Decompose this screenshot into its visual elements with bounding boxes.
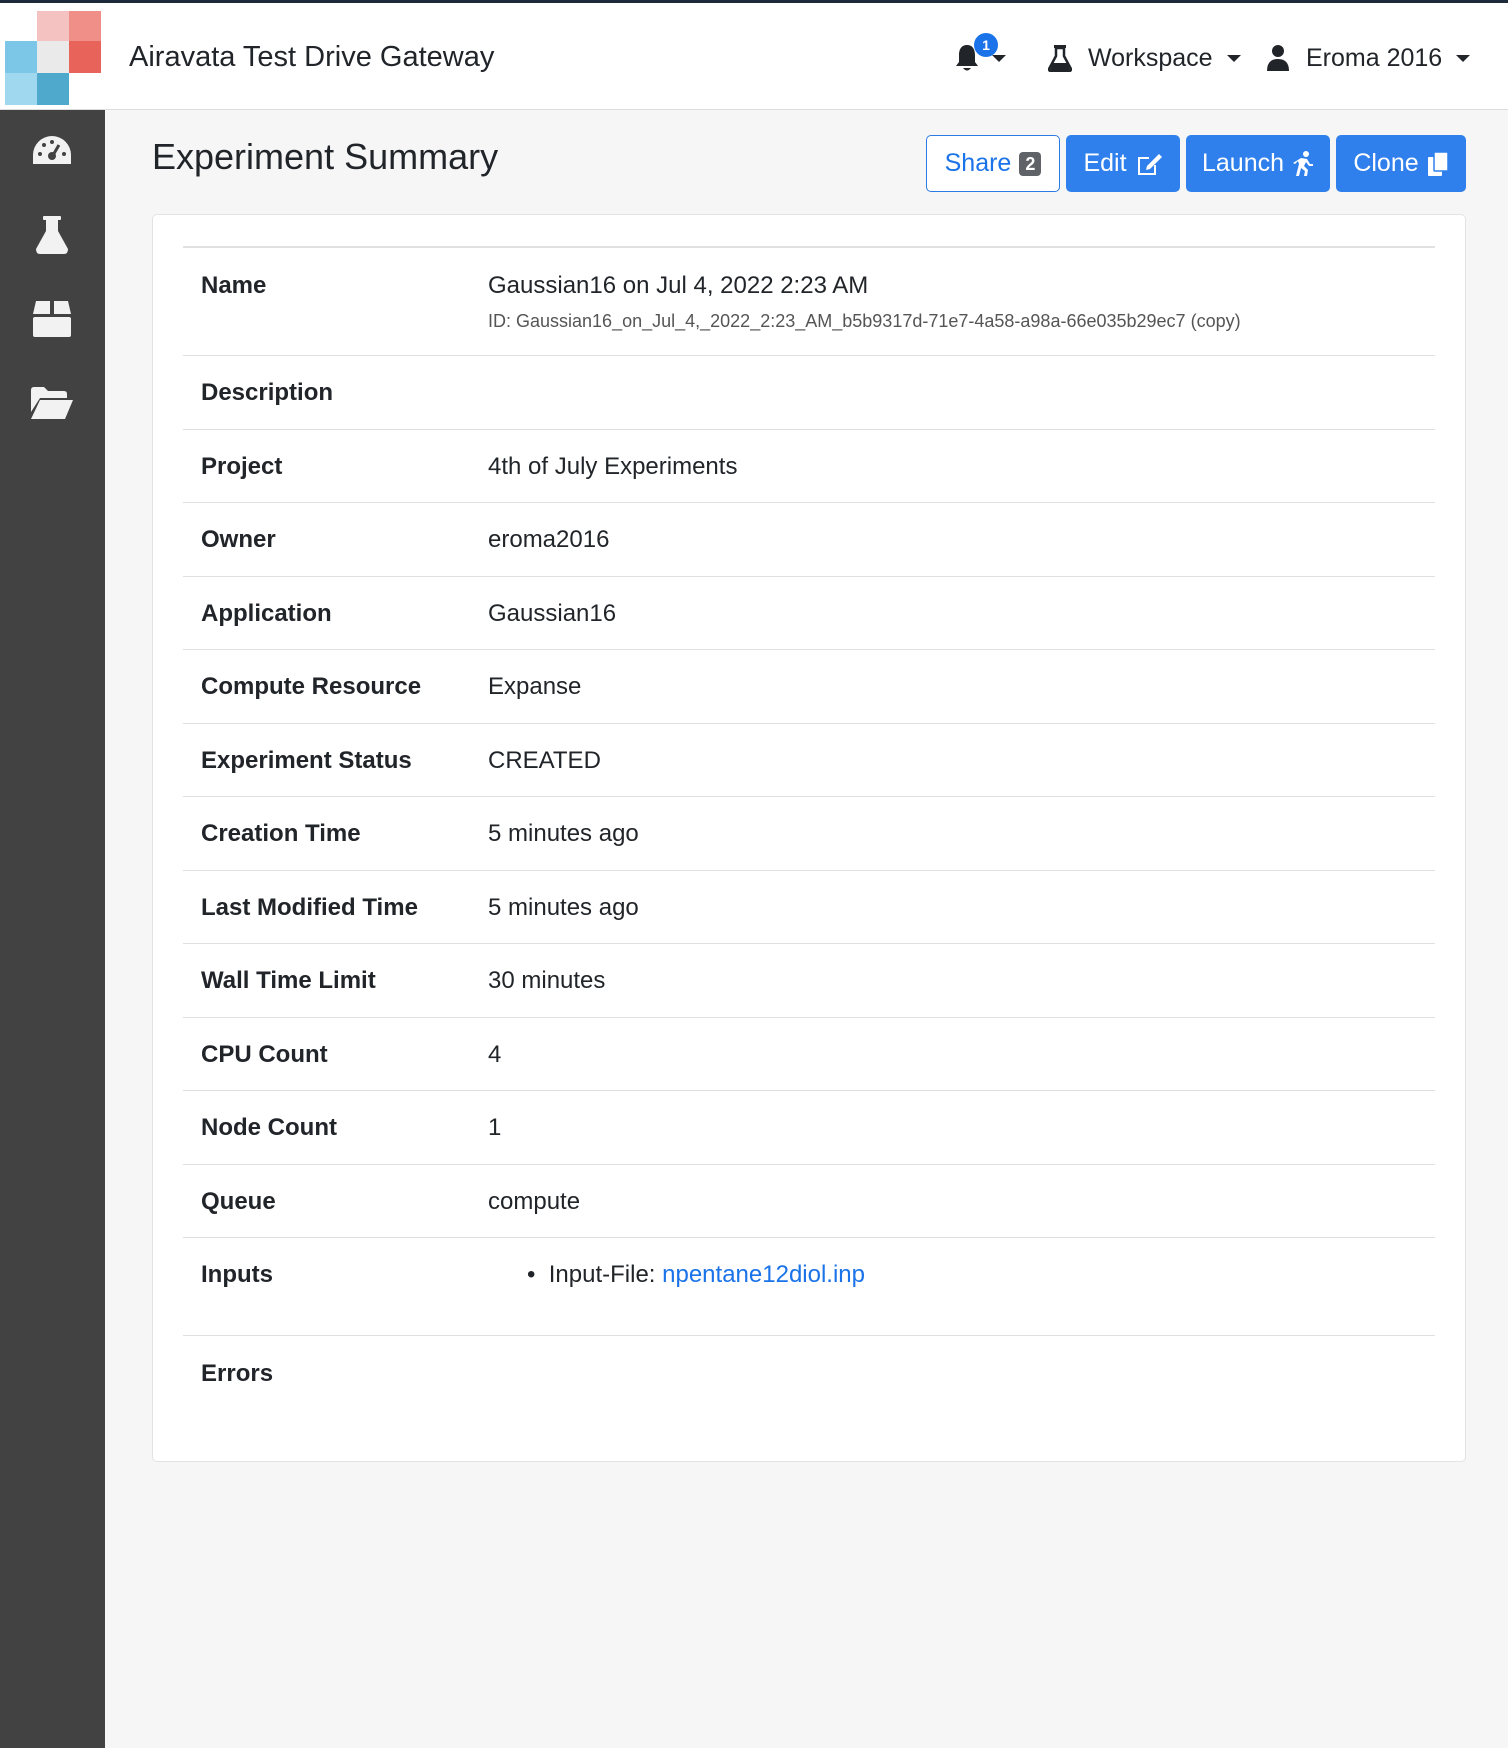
project-label: Project xyxy=(201,453,283,480)
workspace-dropdown[interactable]: Workspace xyxy=(1048,3,1241,113)
copy-icon xyxy=(1427,150,1449,176)
launch-label: Launch xyxy=(1201,149,1285,177)
inputs-label: Inputs xyxy=(201,1261,273,1288)
user-name: Eroma 2016 xyxy=(1306,43,1443,72)
chevron-down-icon xyxy=(992,54,1006,62)
compute-resource-value: Expanse xyxy=(488,673,582,700)
experiment-status-label: Experiment Status xyxy=(201,747,412,774)
dashboard-icon xyxy=(33,136,71,164)
cpu-count-label: CPU Count xyxy=(201,1041,328,1068)
last-modified-value: 5 minutes ago xyxy=(488,894,639,921)
launch-button[interactable]: Launch xyxy=(1186,135,1330,192)
experiment-name: Gaussian16 on Jul 4, 2022 2:23 AM xyxy=(488,272,869,299)
sidebar-item-storage[interactable] xyxy=(29,380,75,426)
wall-time-value: 30 minutes xyxy=(488,967,606,994)
page-title: Experiment Summary xyxy=(152,136,499,177)
name-label: Name xyxy=(201,272,267,299)
clone-label: Clone xyxy=(1353,149,1419,177)
chevron-down-icon xyxy=(1226,54,1241,62)
sidebar xyxy=(0,110,105,1748)
project-value: 4th of July Experiments xyxy=(488,453,738,480)
creation-time-label: Creation Time xyxy=(201,820,361,847)
folder-open-icon xyxy=(31,387,73,419)
edit-icon xyxy=(1137,153,1162,175)
sidebar-item-experiments[interactable] xyxy=(29,212,75,258)
queue-value: compute xyxy=(488,1188,581,1215)
flask-icon xyxy=(36,216,68,254)
chevron-down-icon xyxy=(1456,54,1471,62)
table-row: Name Gaussian16 on Jul 4, 2022 2:23 AM I… xyxy=(183,248,1435,356)
experiment-status-value: CREATED xyxy=(488,747,601,774)
edit-label: Edit xyxy=(1083,149,1127,177)
share-count-badge: 2 xyxy=(1019,151,1042,176)
table-row: Creation Time 5 minutes ago xyxy=(183,797,1435,871)
table-row: Compute Resource Expanse xyxy=(183,650,1435,724)
table-row: Last Modified Time 5 minutes ago xyxy=(183,871,1435,944)
owner-value: eroma2016 xyxy=(488,526,610,553)
compute-resource-label: Compute Resource xyxy=(201,673,422,700)
table-row: Node Count 1 xyxy=(183,1091,1435,1165)
errors-label: Errors xyxy=(201,1360,274,1387)
top-navbar: Airavata Test Drive Gateway 1 Workspace … xyxy=(0,0,1508,110)
sidebar-item-projects[interactable] xyxy=(29,296,75,342)
clone-button[interactable]: Clone xyxy=(1336,135,1466,192)
experiment-summary-card: Name Gaussian16 on Jul 4, 2022 2:23 AM I… xyxy=(152,214,1466,1462)
last-modified-label: Last Modified Time xyxy=(201,894,418,921)
share-button[interactable]: Share 2 xyxy=(926,135,1060,192)
wall-time-label: Wall Time Limit xyxy=(201,967,376,994)
table-row: Inputs • Input-File: npentane12diol.inp xyxy=(183,1238,1435,1336)
input-name: Input-File: xyxy=(548,1261,656,1288)
application-label: Application xyxy=(201,600,332,627)
sidebar-item-dashboard[interactable] xyxy=(29,128,75,174)
table-row: CPU Count 4 xyxy=(183,1018,1435,1091)
table-row: Project 4th of July Experiments xyxy=(183,430,1435,503)
flask-icon xyxy=(1048,45,1072,72)
app-title[interactable]: Airavata Test Drive Gateway xyxy=(129,41,494,74)
table-row: Wall Time Limit 30 minutes xyxy=(183,944,1435,1018)
cpu-count-value: 4 xyxy=(488,1041,502,1068)
workspace-label: Workspace xyxy=(1088,43,1213,72)
share-label: Share xyxy=(944,149,1012,177)
description-label: Description xyxy=(201,379,334,406)
notification-count-badge: 1 xyxy=(974,33,998,57)
running-icon xyxy=(1293,150,1314,176)
application-value: Gaussian16 xyxy=(488,600,617,627)
summary-table: Name Gaussian16 on Jul 4, 2022 2:23 AM I… xyxy=(183,246,1435,1432)
bullet-marker: • xyxy=(527,1261,549,1288)
table-row: Queue compute xyxy=(183,1165,1435,1238)
airavata-logo[interactable] xyxy=(5,11,101,107)
experiment-id: ID: Gaussian16_on_Jul_4,_2022_2:23_AM_b5… xyxy=(488,311,1241,331)
creation-time-value: 5 minutes ago xyxy=(488,820,639,847)
table-row: Application Gaussian16 xyxy=(183,577,1435,650)
input-file-link[interactable]: npentane12diol.inp xyxy=(662,1261,865,1288)
edit-button[interactable]: Edit xyxy=(1066,135,1180,192)
table-row: Errors xyxy=(183,1336,1435,1432)
user-icon xyxy=(1267,45,1289,71)
node-count-label: Node Count xyxy=(201,1114,337,1141)
user-dropdown[interactable]: Eroma 2016 xyxy=(1266,3,1471,113)
owner-label: Owner xyxy=(201,526,276,553)
table-row: Description xyxy=(183,356,1435,430)
notifications-dropdown[interactable]: 1 xyxy=(954,3,1006,113)
table-row: Experiment Status CREATED xyxy=(183,724,1435,797)
box-icon xyxy=(33,301,71,337)
input-list-item: • Input-File: npentane12diol.inp xyxy=(527,1261,865,1289)
node-count-value: 1 xyxy=(488,1114,502,1141)
table-row: Owner eroma2016 xyxy=(183,503,1435,577)
queue-label: Queue xyxy=(201,1188,276,1215)
